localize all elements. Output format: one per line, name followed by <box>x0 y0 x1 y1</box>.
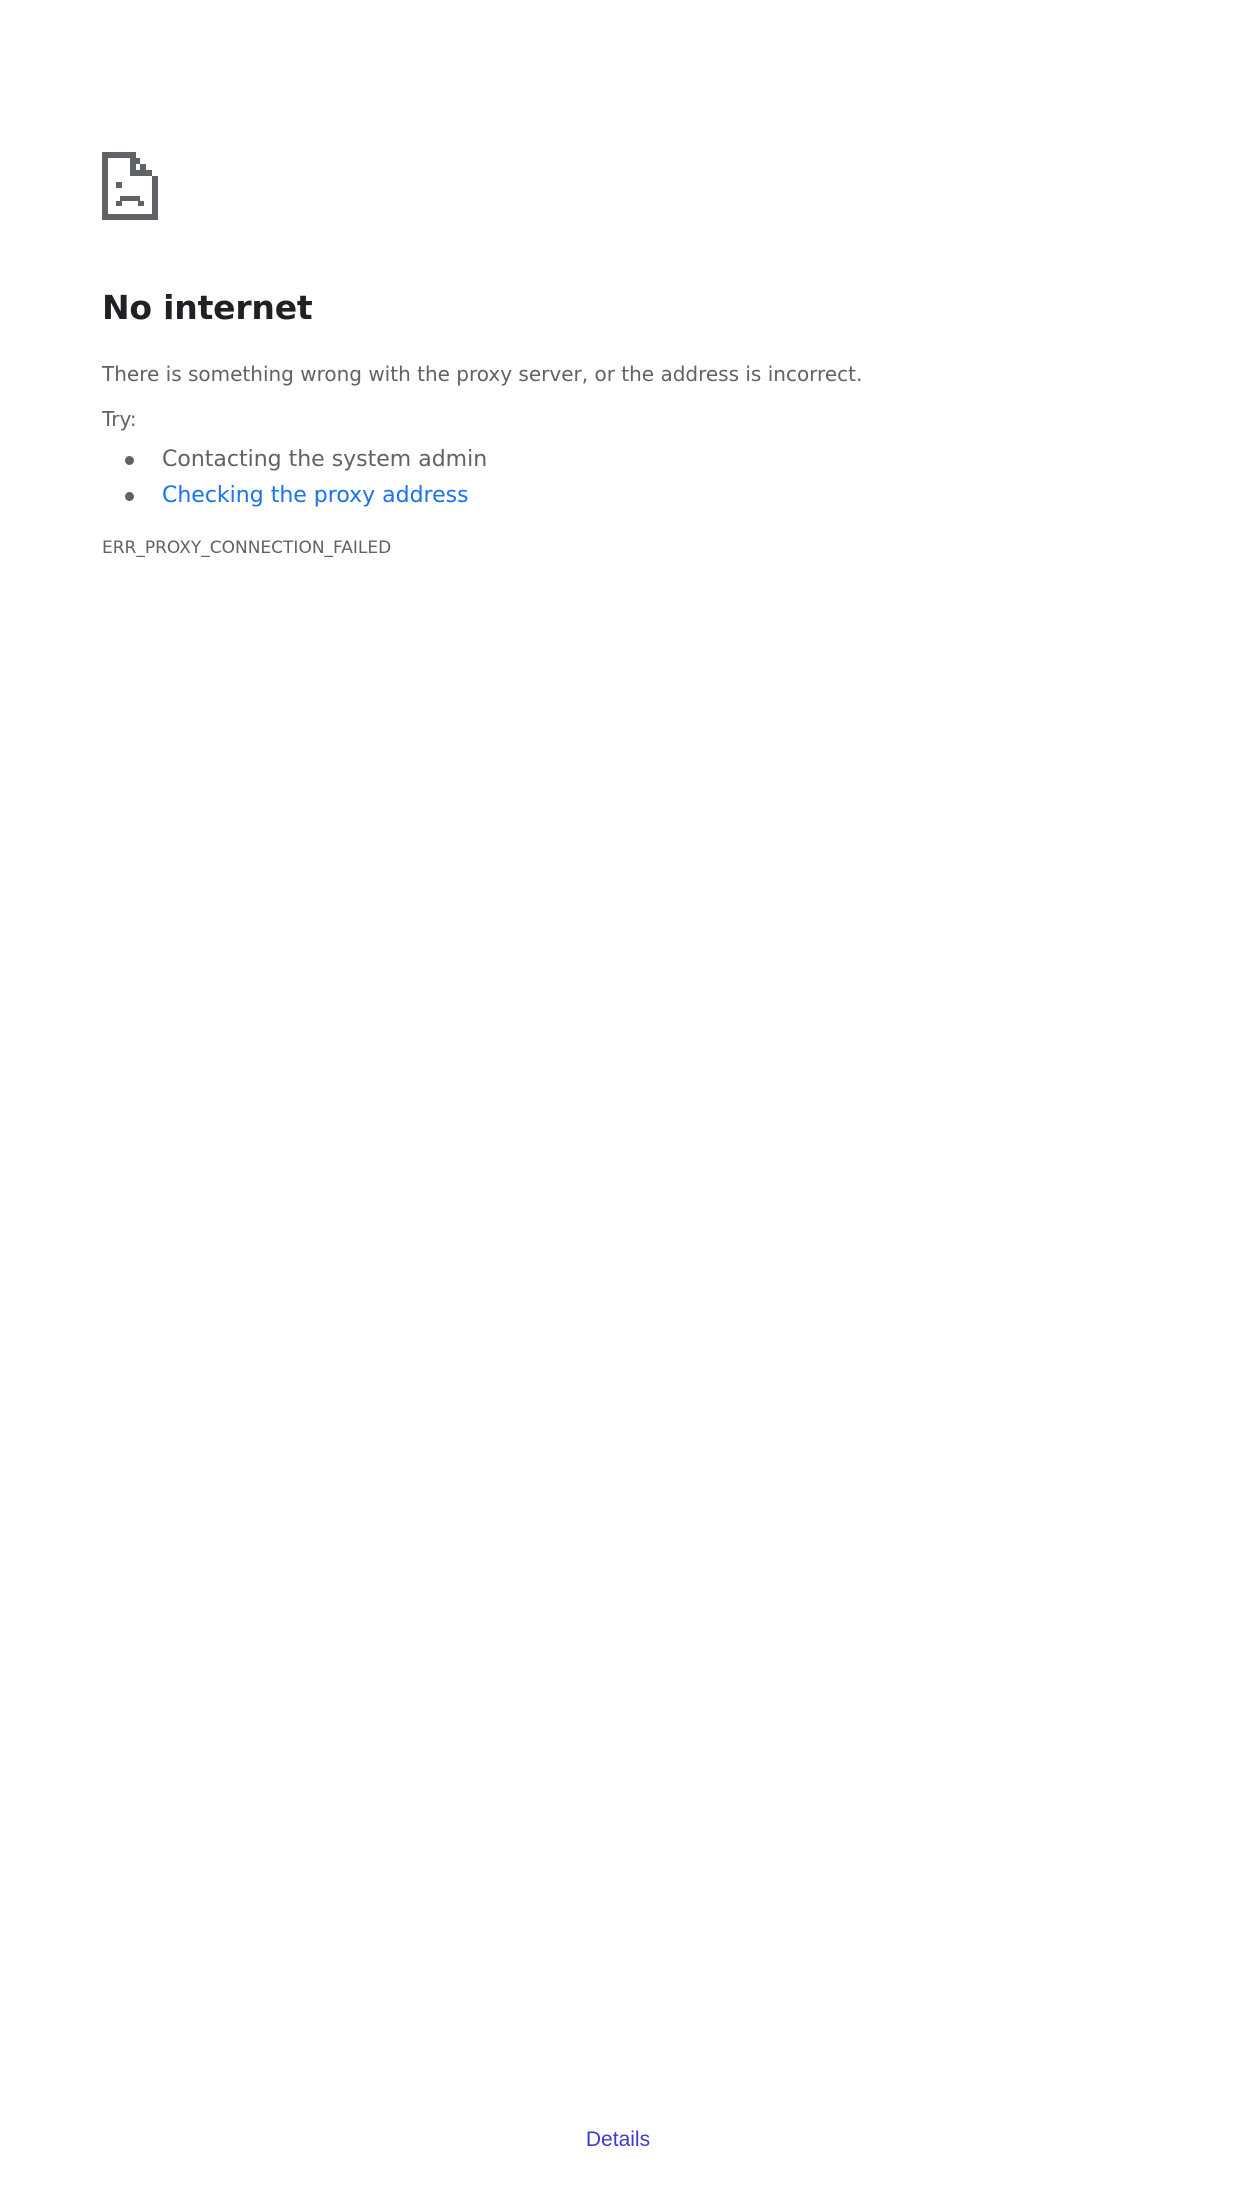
suggestion-contact-admin: Contacting the system admin <box>162 447 488 472</box>
error-description: There is something wrong with the proxy … <box>102 362 863 386</box>
error-code: ERR_PROXY_CONNECTION_FAILED <box>102 538 392 558</box>
bullet-icon <box>125 492 134 501</box>
details-footer: Details <box>0 2128 1236 2152</box>
suggestions-list: Contacting the system admin Checking the… <box>102 442 487 514</box>
details-button[interactable]: Details <box>586 2128 650 2151</box>
try-label: Try: <box>102 407 137 431</box>
suggestion-item: Checking the proxy address <box>102 478 487 514</box>
sad-page-icon <box>102 152 158 220</box>
page-title: No internet <box>102 288 313 327</box>
suggestion-item: Contacting the system admin <box>102 442 487 478</box>
error-content: No internet There is something wrong wit… <box>102 152 1132 558</box>
bullet-icon <box>125 456 134 465</box>
check-proxy-link[interactable]: Checking the proxy address <box>162 483 469 508</box>
